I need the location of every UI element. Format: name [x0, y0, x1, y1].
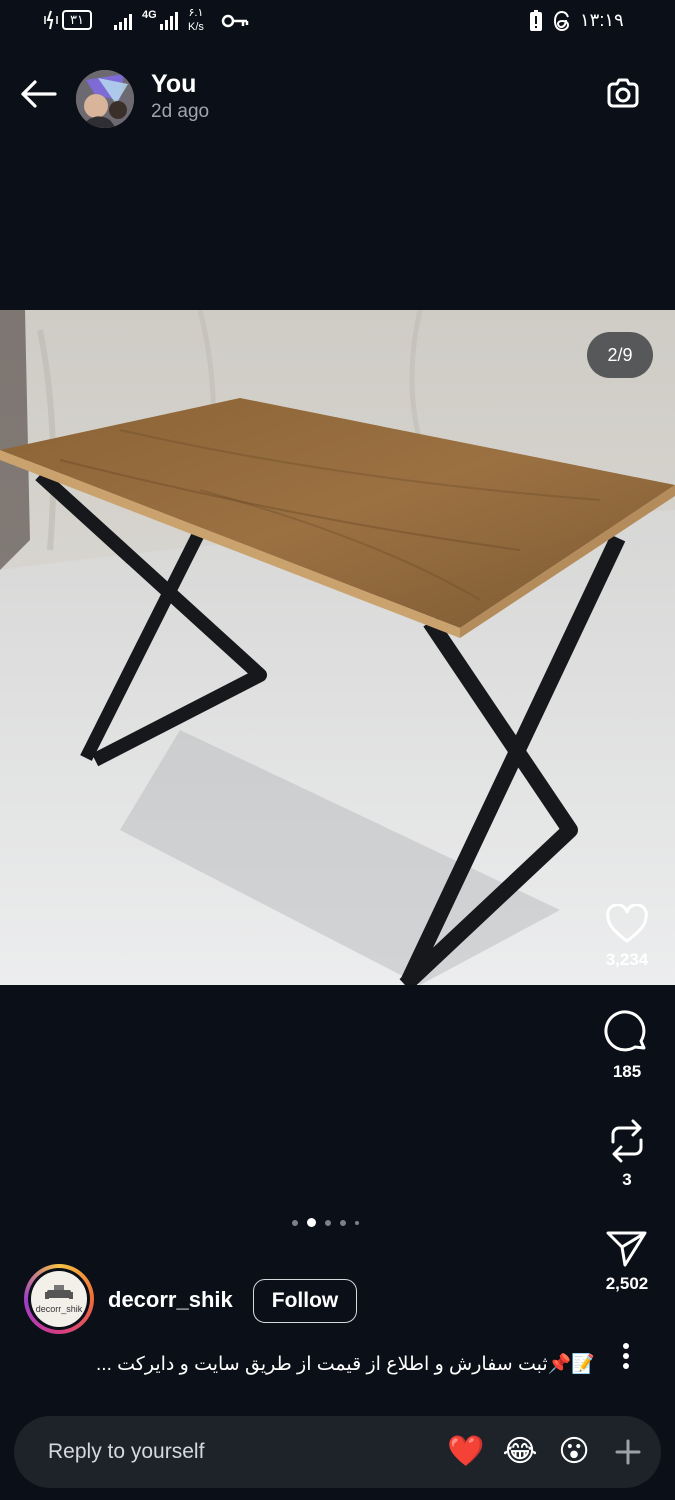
network-type: 4G: [142, 9, 157, 21]
speed-unit: K/s: [188, 21, 204, 33]
story-timestamp: 2d ago: [151, 101, 210, 122]
share-button[interactable]: 2,502: [596, 1228, 658, 1294]
signal-4g-icon: 4G: [142, 10, 157, 21]
avatar[interactable]: [76, 70, 134, 128]
carousel-dot-active: [307, 1218, 316, 1227]
battery-indicator: ۳۱: [62, 10, 92, 30]
add-reaction-button[interactable]: [610, 1434, 646, 1470]
author-logo-text: decorr_shik: [35, 1304, 83, 1314]
repost-count: 3: [622, 1170, 632, 1189]
carousel-dot: [355, 1220, 359, 1225]
camera-icon: [607, 78, 639, 108]
clock: ۱۳:۱۹: [580, 10, 624, 30]
more-vertical-icon: [623, 1343, 629, 1369]
author-logo: decorr_shik: [31, 1271, 87, 1327]
sofa-icon: [45, 1285, 73, 1299]
speed-value: ۶.۱: [188, 7, 204, 19]
heart-emoji-button[interactable]: ❤️: [446, 1432, 486, 1472]
follow-button[interactable]: Follow: [253, 1279, 357, 1323]
laughing-emoji-button[interactable]: 😂: [500, 1432, 540, 1472]
reply-bar: ❤️ 😂 😮: [14, 1416, 661, 1488]
repost-icon: [611, 1119, 643, 1163]
carousel-indicator: [292, 1218, 359, 1227]
signal-icon: [114, 12, 136, 30]
status-bar: ۳۱ 4G ۶.۱ K/s ۱۳:۱۹: [0, 0, 675, 46]
plus-icon: [615, 1439, 641, 1465]
carousel-dot: [340, 1219, 346, 1226]
author-avatar[interactable]: decorr_shik: [24, 1264, 94, 1334]
surprised-emoji-button[interactable]: 😮: [554, 1432, 594, 1472]
camera-button[interactable]: [600, 71, 646, 117]
product-photo: [0, 310, 675, 985]
threads-icon: [553, 10, 573, 32]
back-button[interactable]: [16, 74, 60, 114]
like-button[interactable]: 3,234: [596, 904, 658, 970]
post-caption[interactable]: 📝📌ثبت سفارش و اطلاع از قیمت از طریق سایت…: [60, 1352, 595, 1376]
comment-bubble-icon: [604, 1010, 646, 1052]
comment-count: 185: [612, 1062, 642, 1081]
post-photo[interactable]: [0, 310, 675, 985]
signal-icon-2: [160, 12, 178, 30]
share-count: 2,502: [605, 1274, 649, 1293]
vpn-key-icon: [221, 13, 249, 29]
like-count: 3,234: [605, 950, 649, 969]
carousel-dot: [325, 1219, 331, 1226]
arrow-left-icon: [21, 80, 57, 108]
user-name[interactable]: You: [151, 70, 196, 99]
carousel-dot: [292, 1219, 298, 1226]
network-speed: ۶.۱ K/s: [188, 8, 204, 33]
more-options-button[interactable]: [610, 1340, 642, 1372]
alert-icon: [529, 10, 543, 32]
comment-button[interactable]: 185: [596, 1010, 658, 1082]
reply-input[interactable]: [48, 1416, 428, 1488]
photo-counter: 2/9: [587, 332, 653, 378]
author-username[interactable]: decorr_shik: [108, 1287, 233, 1313]
repost-button[interactable]: 3: [596, 1118, 658, 1190]
send-icon: [606, 1231, 647, 1267]
heart-icon: [606, 904, 648, 943]
battery-level: ۳۱: [62, 10, 92, 30]
author-avatar-border: decorr_shik: [28, 1268, 90, 1330]
vibrate-icon: [44, 10, 58, 30]
